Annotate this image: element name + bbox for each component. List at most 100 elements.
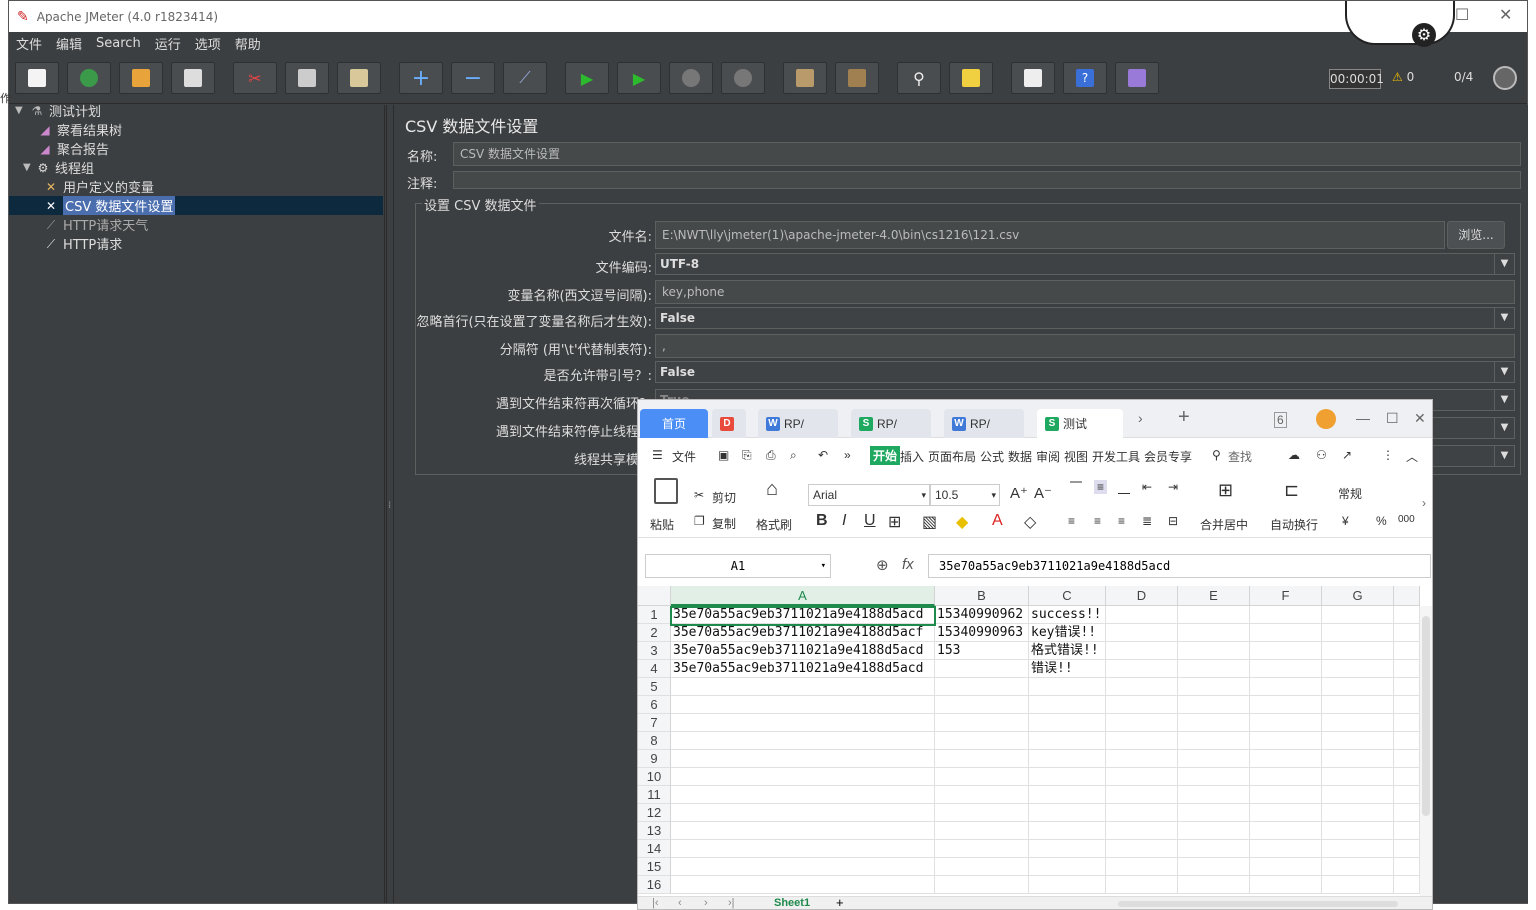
cell[interactable] (935, 876, 1029, 894)
select-all-corner[interactable] (638, 586, 671, 606)
format-painter-label[interactable]: 格式刷 (756, 516, 792, 533)
cell[interactable] (1029, 714, 1106, 732)
cell[interactable] (1250, 642, 1322, 660)
align-left-icon[interactable]: ≡ (1068, 514, 1075, 528)
cell[interactable] (1250, 858, 1322, 876)
tree-node-user-variables[interactable]: ✕ 用户定义的变量 (43, 177, 154, 197)
cell[interactable]: 35e70a55ac9eb3711021a9e4188d5acd (671, 660, 935, 678)
row-header[interactable]: 15 (638, 858, 671, 876)
percent-icon[interactable]: % (1376, 514, 1387, 528)
cell[interactable] (1322, 858, 1394, 876)
cell[interactable] (1394, 804, 1420, 822)
cell[interactable] (1394, 822, 1420, 840)
export-icon[interactable]: ⎘ (742, 448, 752, 463)
row-header[interactable]: 3 (638, 642, 671, 660)
cell[interactable]: 15340990962 (935, 606, 1029, 624)
cell[interactable] (1178, 822, 1250, 840)
templates-button[interactable] (67, 62, 111, 94)
cell[interactable] (1394, 714, 1420, 732)
decrease-font-icon[interactable]: A⁻ (1034, 484, 1052, 502)
variable-names-field[interactable]: key,phone (655, 280, 1515, 304)
cell[interactable] (1394, 732, 1420, 750)
hamburger-icon[interactable]: ☰ (652, 448, 663, 462)
wrap-text-icon[interactable]: ⊏ (1284, 480, 1299, 501)
cell[interactable] (1178, 624, 1250, 642)
cell[interactable] (935, 678, 1029, 696)
cell[interactable] (1106, 606, 1178, 624)
cell[interactable] (1322, 876, 1394, 894)
cell[interactable] (671, 768, 935, 786)
encoding-select[interactable]: UTF-8 ▼ (655, 253, 1515, 275)
cell[interactable] (671, 804, 935, 822)
open-button[interactable] (119, 62, 163, 94)
expand-arrow-icon[interactable]: ▼ (23, 162, 31, 173)
indent-increase-icon[interactable]: ⇥ (1168, 480, 1178, 494)
warning-count[interactable]: ⚠ 0 (1392, 70, 1414, 84)
copy-button[interactable] (285, 62, 329, 94)
sheet-nav-last-icon[interactable]: ›| (728, 897, 735, 909)
cell[interactable] (1250, 714, 1322, 732)
cell[interactable] (1106, 732, 1178, 750)
font-select[interactable]: Arial ▾ (808, 484, 930, 506)
cell[interactable] (935, 786, 1029, 804)
maximize-button[interactable]: ☐ (1455, 5, 1469, 24)
tree-node-csv-config[interactable]: ✕ CSV 数据文件设置 (9, 196, 383, 215)
fill-pattern-icon[interactable]: ▧ (922, 512, 937, 532)
menu-insert[interactable]: 插入 (900, 448, 924, 465)
print-icon[interactable]: ⎙ (766, 448, 776, 463)
cell[interactable] (1322, 732, 1394, 750)
paste-icon[interactable] (654, 478, 678, 504)
tab-doc-2[interactable]: W RP/ (944, 409, 1024, 438)
bold-icon[interactable]: B (816, 512, 828, 530)
cell[interactable] (1106, 750, 1178, 768)
save-icon[interactable]: ▣ (718, 448, 729, 462)
font-color-icon[interactable]: A (992, 512, 1003, 530)
cell[interactable] (1322, 822, 1394, 840)
cell[interactable] (1178, 840, 1250, 858)
cell[interactable] (1394, 624, 1420, 642)
cell[interactable] (1322, 696, 1394, 714)
cell[interactable] (1250, 660, 1322, 678)
window-count-icon[interactable]: 6 (1274, 412, 1287, 428)
paste-button[interactable] (337, 62, 381, 94)
copy-icon[interactable]: ❐ (694, 514, 705, 528)
cell[interactable] (1250, 768, 1322, 786)
scrollbar-thumb[interactable] (1422, 616, 1430, 816)
more-vertical-icon[interactable]: ⋮ (1382, 448, 1394, 462)
split-pane-divider[interactable]: ⁞ (386, 105, 394, 903)
toggle-button[interactable]: ⟋ (503, 62, 547, 94)
row-header[interactable]: 6 (638, 696, 671, 714)
cell[interactable] (1178, 660, 1250, 678)
row-header[interactable]: 9 (638, 750, 671, 768)
font-size-select[interactable]: 10.5 ▾ (930, 484, 1000, 506)
menu-search[interactable]: Search (89, 36, 148, 51)
settings-gear-icon[interactable]: ⚙ (1412, 23, 1436, 47)
cell[interactable] (1178, 732, 1250, 750)
scissors-icon[interactable]: ✂ (694, 488, 704, 502)
cell[interactable] (1178, 696, 1250, 714)
filename-field[interactable]: E:\NWT\lly\jmeter(1)\apache-jmeter-4.0\b… (655, 221, 1445, 249)
row-header[interactable]: 5 (638, 678, 671, 696)
cell[interactable] (671, 732, 935, 750)
collab-icon[interactable]: ⚇ (1316, 448, 1327, 462)
row-header[interactable]: 8 (638, 732, 671, 750)
cell[interactable] (1250, 696, 1322, 714)
close-button[interactable]: ✕ (1499, 5, 1512, 24)
add-sheet-icon[interactable]: + (836, 895, 844, 909)
comment-field[interactable] (453, 171, 1521, 189)
user-avatar[interactable] (1316, 409, 1336, 429)
tree-node-thread-group[interactable]: ⚙ 线程组 (35, 158, 94, 178)
tree-node-http-request[interactable]: ⟋ HTTP请求 (43, 234, 122, 254)
cell[interactable] (671, 714, 935, 732)
cell[interactable] (1322, 606, 1394, 624)
cell[interactable] (1394, 858, 1420, 876)
menu-file[interactable]: 文件 (9, 34, 49, 53)
start-button[interactable]: ▶ (565, 62, 609, 94)
cell[interactable] (1029, 750, 1106, 768)
column-header-b[interactable]: B (935, 586, 1029, 606)
cell[interactable] (1394, 678, 1420, 696)
cell[interactable] (1029, 786, 1106, 804)
cell[interactable] (1178, 678, 1250, 696)
cell[interactable] (1029, 858, 1106, 876)
cell[interactable] (671, 696, 935, 714)
